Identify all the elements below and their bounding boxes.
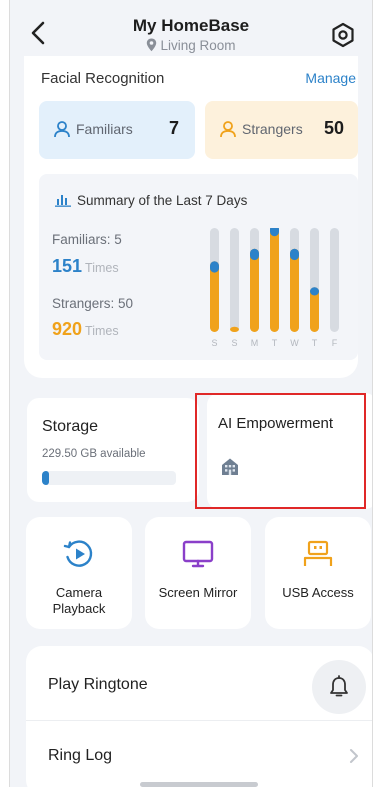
bar-chart-icon	[55, 195, 71, 207]
bar-track	[330, 228, 339, 332]
ai-empowerment-title: AI Empowerment	[218, 415, 334, 432]
bell-icon	[330, 675, 348, 697]
usb-icon	[303, 540, 333, 566]
day-tick-label: T	[272, 338, 278, 348]
facial-recognition-title: Facial Recognition	[41, 70, 165, 87]
bar-familiars	[250, 248, 259, 261]
familiars-button[interactable]: Familiars 7	[39, 101, 195, 159]
usb-access-tile[interactable]: USB Access	[265, 517, 371, 629]
screen-mirror-tile[interactable]: Screen Mirror	[145, 517, 251, 629]
strangers-count: 50	[323, 118, 344, 138]
screen-mirror-label: Screen Mirror	[158, 585, 238, 600]
summary-title: Summary of the Last 7 Days	[77, 193, 248, 208]
storage-available: 229.50 GB available	[42, 448, 146, 460]
ringtone-list-card: Play Ringtone Ring Log	[26, 646, 372, 787]
day-tick-label: S	[211, 338, 217, 348]
screen-mirror-icon	[182, 540, 214, 568]
location-subtitle[interactable]: Living Room	[10, 38, 372, 53]
familiars-count: 7	[168, 118, 179, 138]
play-ringtone-row[interactable]: Play Ringtone	[26, 650, 372, 722]
strangers-times-value: 920	[52, 319, 83, 339]
day-tick-label: M	[251, 338, 259, 348]
strangers-button[interactable]: Strangers 50	[205, 101, 358, 159]
bar-strangers	[250, 248, 259, 332]
weekly-bar-chart: SSMTWTF	[210, 228, 339, 348]
header: My HomeBase Living Room	[10, 0, 372, 64]
ring-log-label: Ring Log	[48, 747, 113, 764]
strangers-label: Strangers	[242, 121, 303, 137]
familiars-times-value: 151	[52, 256, 83, 276]
app-frame: My HomeBase Living Room Facial Recogniti…	[9, 0, 373, 787]
location-pin-icon	[147, 38, 157, 52]
manage-link[interactable]: Manage	[305, 70, 356, 86]
day-tick-label: F	[332, 338, 338, 348]
camera-playback-icon	[63, 540, 93, 567]
summary-strangers-times: 920 Times	[52, 319, 119, 340]
page-title: My HomeBase	[132, 16, 250, 35]
home-indicator	[140, 782, 258, 787]
camera-playback-tile[interactable]: Camera Playback	[26, 517, 132, 629]
storage-card[interactable]: Storage 229.50 GB available	[27, 398, 199, 502]
day-tick-label: S	[231, 338, 237, 348]
times-unit: Times	[85, 324, 119, 338]
summary-panel[interactable]: Summary of the Last 7 Days Familiars: 5 …	[39, 174, 358, 360]
play-ringtone-button[interactable]	[312, 660, 366, 714]
camera-playback-label: Camera Playback	[52, 585, 106, 616]
bar-strangers	[290, 248, 299, 332]
chevron-right-icon	[350, 749, 358, 763]
storage-progress-fill	[42, 471, 49, 485]
facial-recognition-card: Facial Recognition Manage Familiars 7 St…	[24, 56, 358, 378]
bar-familiars	[210, 261, 219, 273]
location-label: Living Room	[160, 38, 236, 53]
ai-empowerment-card[interactable]: AI Empowerment	[207, 393, 372, 509]
summary-familiars-times: 151 Times	[52, 256, 119, 277]
person-icon	[220, 121, 236, 138]
bar-strangers	[270, 228, 279, 332]
ring-log-row[interactable]: Ring Log	[26, 720, 372, 787]
play-ringtone-label: Play Ringtone	[48, 676, 148, 693]
day-tick-label: W	[290, 338, 299, 348]
times-unit: Times	[85, 261, 119, 275]
usb-access-label: USB Access	[282, 585, 354, 600]
storage-progress-bar	[42, 471, 176, 485]
day-tick-label: T	[312, 338, 318, 348]
summary-familiars-label: Familiars: 5	[52, 232, 122, 247]
bar-familiars	[290, 248, 299, 261]
person-icon	[54, 121, 70, 138]
settings-gear-icon[interactable]	[330, 22, 356, 48]
bar-familiars	[310, 287, 319, 296]
storage-title: Storage	[42, 418, 99, 435]
bar-track	[230, 228, 239, 332]
bar-strangers	[230, 326, 239, 332]
summary-strangers-label: Strangers: 50	[52, 296, 134, 311]
house-icon	[222, 458, 238, 475]
familiars-label: Familiars	[76, 121, 133, 137]
